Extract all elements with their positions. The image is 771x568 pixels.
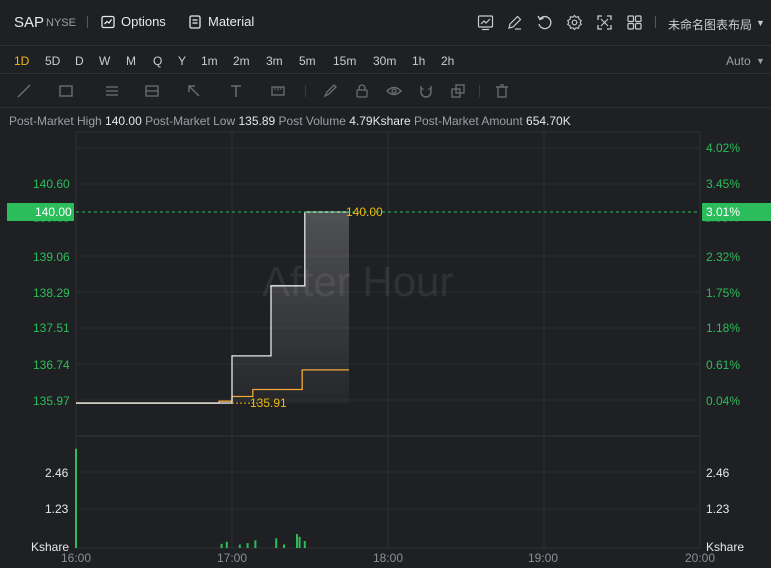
percent-tick-label: 1.18%	[706, 321, 741, 335]
volume-bar	[275, 538, 278, 548]
percent-tick-label: 0.04%	[706, 394, 741, 408]
after-hour-watermark: After Hour	[262, 258, 454, 305]
price-tick-label: 138.29	[33, 286, 70, 300]
time-tick-label: 16:00	[61, 551, 92, 565]
price-tick-label: 136.74	[33, 358, 70, 372]
percent-tick-label: 0.61%	[706, 358, 741, 372]
time-tick-label: 20:00	[685, 551, 716, 565]
volume-tick-label: 1.23	[45, 502, 69, 516]
percent-tick-label: 1.75%	[706, 286, 741, 300]
time-tick-label: 18:00	[373, 551, 404, 565]
price-tick-label: 140.60	[33, 177, 70, 191]
volume-bar	[246, 543, 249, 548]
volume-bar	[303, 541, 306, 548]
price-tick-label: 137.51	[33, 321, 70, 335]
volume-bar	[254, 540, 257, 548]
grid	[75, 131, 701, 549]
volume-bars	[75, 448, 306, 548]
current-percent-badge: 3.01%	[702, 203, 771, 221]
percent-tick-label: 3.45%	[706, 177, 741, 191]
time-tick-label: 19:00	[528, 551, 559, 565]
time-tick-label: 17:00	[217, 551, 248, 565]
volume-bar	[220, 543, 223, 548]
volume-bar	[298, 536, 301, 548]
price-tick-label: 139.06	[33, 250, 70, 264]
percent-tick-label: 4.02%	[706, 141, 741, 155]
volume-bar	[296, 534, 298, 548]
price-tick-label: 135.97	[33, 394, 70, 408]
volume-bar	[225, 541, 228, 548]
volume-bar	[283, 544, 285, 548]
volume-tick-label: 2.46	[45, 466, 69, 480]
volume-bar	[75, 448, 77, 548]
current-price-badge: 140.00	[7, 203, 74, 221]
percent-tick-label: 2.32%	[706, 250, 741, 264]
volume-tick-label-right: 2.46	[706, 466, 730, 480]
last-price-marker: 140.00	[346, 205, 383, 219]
volume-tick-label-right: 1.23	[706, 502, 730, 516]
low-price-marker: 135.91	[250, 396, 287, 410]
price-area	[232, 212, 349, 404]
volume-bar	[238, 544, 241, 548]
